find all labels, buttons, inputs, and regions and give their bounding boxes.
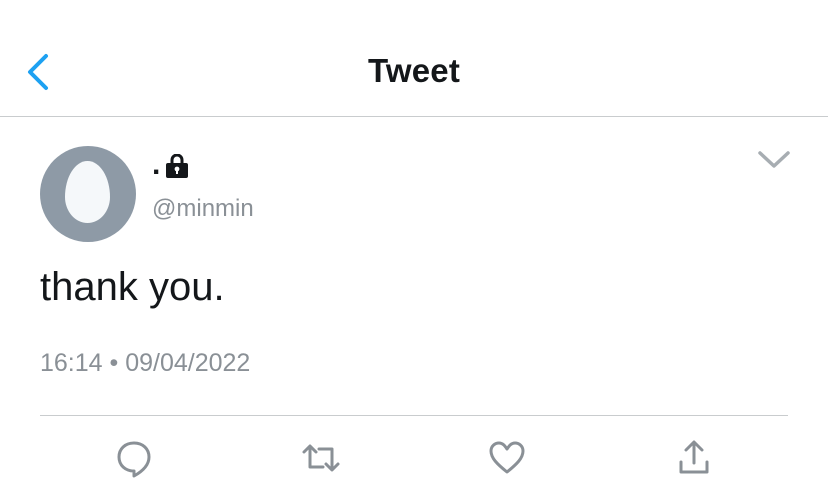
reply-button[interactable] [114,438,154,478]
share-icon [679,440,709,474]
tweet-text: thank you. [40,265,225,309]
tweet-timestamp: 16:14 • 09/04/2022 [40,349,251,377]
top-bar: Tweet [0,0,828,117]
like-button[interactable] [487,438,527,478]
chevron-down-icon [758,151,790,168]
share-button[interactable] [674,438,714,478]
heart-icon [489,441,525,474]
retweet-icon [302,444,340,472]
tweet-menu-button[interactable] [757,148,791,172]
lock-icon [166,154,188,178]
reply-icon [117,441,151,478]
divider [40,415,788,416]
user-handle[interactable]: @minmin [152,195,254,223]
default-egg-avatar [65,161,110,223]
avatar[interactable] [40,146,136,242]
page-title: Tweet [367,52,461,89]
retweet-button[interactable] [301,438,341,478]
display-name[interactable]: . [152,148,160,182]
